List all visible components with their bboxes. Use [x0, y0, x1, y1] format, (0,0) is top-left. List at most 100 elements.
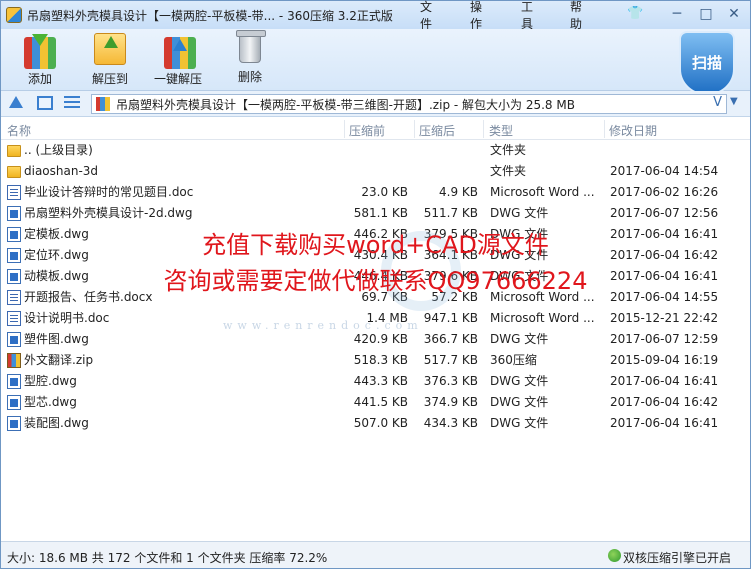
file-row[interactable]: 塑件图.dwg 420.9 KB 366.7 KB DWG 文件 2017-06-07 …: [1, 329, 750, 350]
file-packed-size: 4.9 KB: [439, 185, 478, 199]
file-name: 动模板.dwg: [24, 269, 89, 283]
menu-tools[interactable]: 工具: [521, 0, 533, 32]
file-modified: 2017-06-04 16:42: [610, 248, 719, 262]
menu-file[interactable]: 文件: [420, 0, 432, 32]
add-button[interactable]: 添加: [12, 33, 68, 89]
scan-shield-button[interactable]: 扫描: [679, 31, 735, 95]
col-unpacked[interactable]: 压缩后: [419, 122, 455, 139]
one-click-extract-button[interactable]: 一键解压: [152, 33, 208, 89]
file-size: 443.3 KB: [353, 374, 408, 388]
file-name: 毕业设计答辩时的常见题目.doc: [24, 185, 194, 199]
file-name: 设计说明书.doc: [24, 311, 110, 325]
col-packed[interactable]: 压缩前: [349, 122, 385, 139]
file-row[interactable]: 动模板.dwg 446.4 KB 379.6 KB DWG 文件 2017-06-04 …: [1, 266, 750, 287]
file-row[interactable]: 毕业设计答辩时的常见题目.doc 23.0 KB 4.9 KB Microsoft W…: [1, 182, 750, 203]
file-packed-size: 376.3 KB: [423, 374, 478, 388]
file-name: 定位环.dwg: [24, 248, 89, 262]
doc-icon: [7, 311, 21, 326]
file-row[interactable]: 型芯.dwg 441.5 KB 374.9 KB DWG 文件 2017-06-04 1…: [1, 392, 750, 413]
dwg-icon: [7, 374, 21, 389]
file-row[interactable]: 外文翻译.zip 518.3 KB 517.7 KB 360压缩 2015-09-04 …: [1, 350, 750, 371]
app-logo-icon: [6, 7, 22, 23]
file-type: DWG 文件: [490, 332, 549, 346]
path-dropdown-icon[interactable]: V: [713, 95, 722, 110]
file-row[interactable]: 装配图.dwg 507.0 KB 434.3 KB DWG 文件 2017-06-04 …: [1, 413, 750, 434]
file-row[interactable]: diaoshan-3d 文件夹 2017-06-04 14:54: [1, 161, 750, 182]
file-modified: 2017-06-02 16:26: [610, 185, 719, 199]
dwg-icon: [7, 395, 21, 410]
file-row[interactable]: 开题报告、任务书.docx 69.7 KB 57.2 KB Microsoft Wor…: [1, 287, 750, 308]
engine-status: 双核压缩引擎已开启: [623, 551, 732, 565]
file-row[interactable]: 吊扇塑料外壳模具设计-2d.dwg 581.1 KB 511.7 KB DWG 文件 2…: [1, 203, 750, 224]
col-divider: [483, 120, 484, 138]
file-modified: 2017-06-04 16:41: [610, 269, 719, 283]
col-name[interactable]: 名称: [7, 122, 31, 139]
file-size: 420.9 KB: [353, 332, 408, 346]
file-packed-size: 374.9 KB: [423, 395, 478, 409]
file-size: 441.5 KB: [353, 395, 408, 409]
one-click-extract-label: 一键解压: [153, 72, 202, 86]
file-type: Microsoft Word ...: [490, 290, 595, 304]
file-packed-size: 511.7 KB: [423, 206, 478, 220]
chevron-down-icon[interactable]: ▼: [730, 96, 738, 107]
file-row[interactable]: 定模板.dwg 446.2 KB 379.5 KB DWG 文件 2017-06-04 …: [1, 224, 750, 245]
file-type: 文件夹: [490, 143, 527, 157]
dwg-icon: [7, 269, 21, 284]
delete-button[interactable]: 删除: [222, 30, 278, 89]
file-name: 吊扇塑料外壳模具设计-2d.dwg: [24, 206, 193, 220]
file-type: DWG 文件: [490, 374, 549, 388]
file-packed-size: 434.3 KB: [423, 416, 478, 430]
file-list: .. (上级目录) 文件夹 diaoshan-3d 文件夹 2017-06-04 14:…: [1, 140, 750, 434]
file-type: DWG 文件: [490, 416, 549, 430]
menu-help[interactable]: 帮助: [570, 0, 582, 32]
file-modified: 2017-06-04 14:54: [610, 164, 719, 178]
col-divider: [344, 120, 345, 138]
file-name: 外文翻译.zip: [24, 353, 94, 367]
maximize-button[interactable]: □: [695, 4, 717, 24]
file-type: DWG 文件: [490, 248, 549, 262]
up-arrow-icon[interactable]: [9, 96, 23, 108]
trash-icon: [236, 30, 266, 63]
file-row[interactable]: 型腔.dwg 443.3 KB 376.3 KB DWG 文件 2017-06-04 1…: [1, 371, 750, 392]
zip-icon: [7, 353, 21, 368]
file-modified: 2017-06-07 12:59: [610, 332, 719, 346]
watermark-logo: [381, 231, 461, 311]
file-type: DWG 文件: [490, 206, 549, 220]
file-modified: 2015-09-04 16:19: [610, 353, 719, 367]
file-modified: 2017-06-04 16:41: [610, 227, 719, 241]
dwg-icon: [7, 332, 21, 347]
file-size: 507.0 KB: [353, 416, 408, 430]
file-row[interactable]: .. (上级目录) 文件夹: [1, 140, 750, 161]
file-packed-size: 517.7 KB: [423, 353, 478, 367]
doc-icon: [7, 185, 21, 200]
thumbnail-view-icon[interactable]: [37, 96, 53, 110]
file-modified: 2017-06-04 16:42: [610, 395, 719, 409]
file-name: 型芯.dwg: [24, 395, 77, 409]
file-name: 开题报告、任务书.docx: [24, 290, 153, 304]
folder-icon: [7, 166, 21, 178]
file-name: 型腔.dwg: [24, 374, 77, 388]
app-window: 吊扇塑料外壳模具设计【一模两腔-平板模-带... - 360压缩 3.2正式版 …: [0, 0, 751, 569]
file-type: 文件夹: [490, 164, 527, 178]
extract-to-button[interactable]: 解压到: [82, 33, 138, 89]
file-type: DWG 文件: [490, 395, 549, 409]
dual-core-icon: [608, 549, 621, 562]
file-modified: 2017-06-04 16:41: [610, 374, 719, 388]
folder-icon: [7, 145, 21, 157]
close-button[interactable]: ✕: [723, 4, 745, 24]
file-type: DWG 文件: [490, 269, 549, 283]
col-modified[interactable]: 修改日期: [609, 122, 657, 139]
file-packed-size: 947.1 KB: [423, 311, 478, 325]
archive-path-field[interactable]: 吊扇塑料外壳模具设计【一模两腔-平板模-带三维图-开题】.zip - 解包大小为…: [91, 94, 727, 114]
minimize-button[interactable]: ─: [666, 4, 688, 24]
status-bar: 大小: 18.6 MB 共 172 个文件和 1 个文件夹 压缩率 72.2% …: [1, 541, 750, 568]
file-row[interactable]: 定位环.dwg 430.4 KB 364.1 KB DWG 文件 2017-06-04 …: [1, 245, 750, 266]
skin-shirt-icon[interactable]: 👕: [627, 7, 643, 21]
dwg-icon: [7, 206, 21, 221]
file-modified: 2017-06-04 16:41: [610, 416, 719, 430]
col-type[interactable]: 类型: [489, 122, 513, 139]
column-header: 名称 压缩前 压缩后 类型 修改日期: [1, 118, 750, 140]
list-view-icon[interactable]: [64, 96, 80, 110]
archive-path-text: 吊扇塑料外壳模具设计【一模两腔-平板模-带三维图-开题】.zip - 解包大小为…: [116, 97, 575, 112]
menu-operate[interactable]: 操作: [470, 0, 482, 32]
